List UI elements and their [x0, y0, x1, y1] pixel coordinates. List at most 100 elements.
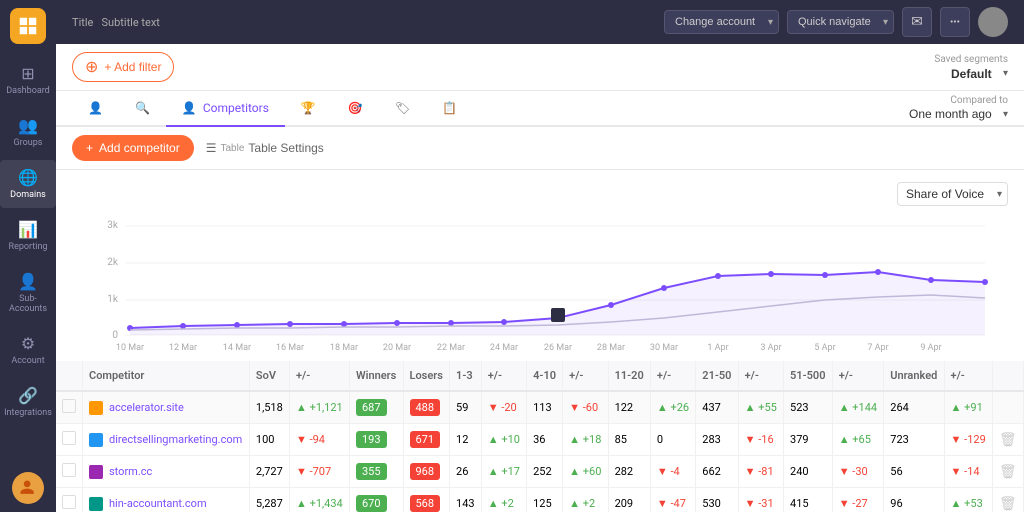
cell-r1120: 85 [608, 424, 650, 456]
tab-competitors[interactable]: 👤 Competitors [166, 91, 285, 127]
th-winners[interactable]: Winners [349, 361, 403, 391]
table-header-row: Competitor SoV +/- Winners Losers 1-3 +/… [56, 361, 1024, 391]
sidebar-item-label: Groups [14, 138, 43, 148]
svg-text:10 Mar: 10 Mar [116, 343, 144, 353]
app-logo[interactable] [10, 8, 46, 44]
sidebar-avatar[interactable] [12, 472, 44, 504]
cell-r51500-delta: ▼ -27 [832, 488, 884, 512]
th-51-500[interactable]: 51-500 [784, 361, 833, 391]
losers-badge: 671 [410, 431, 441, 448]
page-content: ⊕ + Add filter Saved segments Default 👤 … [56, 44, 1024, 512]
compare-select-wrapper[interactable]: One month ago [909, 107, 1008, 121]
user-avatar[interactable] [978, 7, 1008, 37]
add-filter-label: + Add filter [104, 60, 161, 74]
add-competitor-button[interactable]: + Add competitor [72, 135, 194, 161]
sidebar-item-label: Integrations [4, 408, 52, 418]
table-settings-button[interactable]: ☰ Table Table Settings [206, 141, 324, 155]
domain-name[interactable]: directsellingmarketing.com [109, 433, 242, 446]
cell-checkbox[interactable] [56, 391, 83, 424]
cell-checkbox[interactable] [56, 456, 83, 488]
sidebar-item-dashboard[interactable]: ⊞ Dashboard [0, 56, 56, 104]
sidebar-item-account[interactable]: ⚙ Account [0, 326, 56, 374]
th-1-3-delta[interactable]: +/- [481, 361, 526, 391]
mail-button[interactable]: ✉ [902, 7, 932, 37]
domain-name[interactable]: storm.cc [109, 465, 152, 478]
cell-competitor: directsellingmarketing.com [83, 424, 250, 456]
th-actions [992, 361, 1023, 391]
chart-metric-select[interactable]: Share of Voice [897, 182, 1008, 206]
cell-r2150-delta: ▼ -31 [738, 488, 783, 512]
sidebar-item-groups[interactable]: 👥 Groups [0, 108, 56, 156]
th-unranked[interactable]: Unranked [884, 361, 944, 391]
change-account-wrapper[interactable]: Change account [664, 10, 779, 34]
cell-r2150-delta: ▼ -81 [738, 456, 783, 488]
svg-text:1k: 1k [107, 294, 119, 305]
tab-search[interactable]: 🔍 [119, 91, 166, 127]
sidebar-item-integrations[interactable]: 🔗 Integrations [0, 378, 56, 426]
cell-unranked: 723 [884, 424, 944, 456]
sidebar-item-domains[interactable]: 🌐 Domains [0, 160, 56, 208]
compare-select[interactable]: One month ago [909, 107, 1008, 121]
row-checkbox[interactable] [62, 463, 76, 477]
th-21-50[interactable]: 21-50 [696, 361, 738, 391]
tab-bar: 👤 🔍 👤 Competitors 🏆 🎯 🏷 📋 Compa [56, 91, 1024, 127]
th-unranked-delta[interactable]: +/- [944, 361, 992, 391]
th-1-3[interactable]: 1-3 [450, 361, 482, 391]
row-checkbox[interactable] [62, 431, 76, 445]
row-checkbox[interactable] [62, 399, 76, 413]
dots-button[interactable]: ••• [940, 7, 970, 37]
svg-text:7 Apr: 7 Apr [867, 343, 888, 353]
sidebar-item-reporting[interactable]: 📊 Reporting [0, 212, 56, 260]
th-51-500-delta[interactable]: +/- [832, 361, 884, 391]
svg-text:20 Mar: 20 Mar [383, 343, 411, 353]
tab-trophy[interactable]: 🏆 [285, 91, 332, 127]
cell-delete[interactable]: 🗑 [992, 488, 1023, 512]
cell-r13-delta: ▲ +17 [481, 456, 526, 488]
tab-target[interactable]: 🎯 [332, 91, 379, 127]
delete-button[interactable]: 🗑 [999, 496, 1017, 512]
cell-r13: 26 [450, 456, 482, 488]
row-checkbox[interactable] [62, 495, 76, 509]
th-4-10[interactable]: 4-10 [527, 361, 563, 391]
cell-delete[interactable]: 🗑 [992, 456, 1023, 488]
tab-list[interactable]: 📋 [426, 91, 473, 127]
cell-sov-delta: ▼ -707 [289, 456, 349, 488]
delete-button[interactable]: 🗑 [999, 464, 1017, 480]
segment-select-wrapper[interactable]: Default [951, 67, 1008, 81]
th-4-10-delta[interactable]: +/- [563, 361, 608, 391]
tab-tag[interactable]: 🏷 [379, 91, 426, 127]
change-account-select[interactable]: Change account [664, 10, 779, 34]
chart-metric-wrapper[interactable]: Share of Voice [897, 182, 1008, 206]
account-icon: ⚙ [21, 334, 35, 353]
quick-navigate-wrapper[interactable]: Quick navigate [787, 10, 894, 34]
th-11-20[interactable]: 11-20 [608, 361, 650, 391]
cell-r51500: 240 [784, 456, 833, 488]
cell-sov-delta: ▼ -94 [289, 424, 349, 456]
delete-button[interactable]: 🗑 [999, 432, 1017, 448]
breadcrumb: Title Subtitle text [72, 16, 160, 29]
cell-delete[interactable]: 🗑 [992, 424, 1023, 456]
th-losers[interactable]: Losers [403, 361, 450, 391]
cell-r410: 252 [527, 456, 563, 488]
domain-name[interactable]: hin-accountant.com [109, 497, 207, 510]
th-sov-delta[interactable]: +/- [289, 361, 349, 391]
th-sov[interactable]: SoV [249, 361, 289, 391]
th-11-20-delta[interactable]: +/- [650, 361, 695, 391]
cell-checkbox[interactable] [56, 424, 83, 456]
domain-name[interactable]: accelerator.site [109, 401, 184, 414]
cell-r51500: 523 [784, 391, 833, 424]
th-competitor[interactable]: Competitor [83, 361, 250, 391]
table-row: accelerator.site 1,518 ▲ +1,121 687 488 … [56, 391, 1024, 424]
cell-r13: 59 [450, 391, 482, 424]
segment-select[interactable]: Default [951, 67, 1008, 81]
cell-unranked-delta: ▼ -14 [944, 456, 992, 488]
target-icon: 🎯 [348, 101, 363, 115]
tab-keywords[interactable]: 👤 [72, 91, 119, 127]
th-21-50-delta[interactable]: +/- [738, 361, 783, 391]
sidebar-item-subaccounts[interactable]: 👤 Sub-Accounts [0, 264, 56, 322]
cell-checkbox[interactable] [56, 488, 83, 512]
quick-navigate-select[interactable]: Quick navigate [787, 10, 894, 34]
sidebar-item-label: Reporting [9, 242, 48, 252]
cell-competitor: accelerator.site [83, 391, 250, 424]
add-filter-button[interactable]: ⊕ + Add filter [72, 52, 174, 82]
